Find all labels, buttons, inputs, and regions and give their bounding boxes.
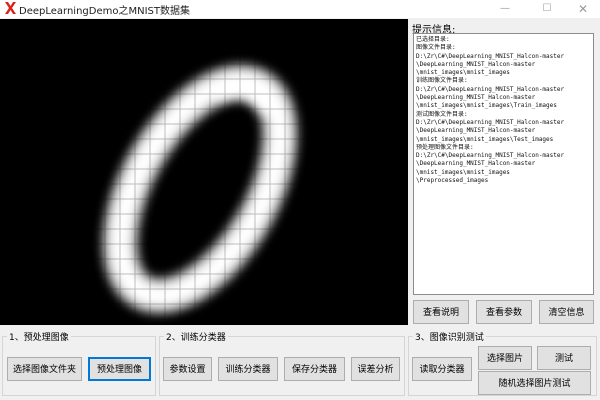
view-params-button[interactable]: 查看参数	[476, 300, 532, 324]
close-button[interactable]: ✕	[566, 0, 600, 18]
select-image-button[interactable]: 选择图片	[478, 346, 532, 370]
train-classifier-button[interactable]: 训练分类器	[218, 357, 278, 381]
preprocess-group-label: 1、预处理图像	[7, 330, 71, 343]
info-text-content: 已选择目录: 图像文件目录: D:\Zr\C#\DeepLearning_MNI…	[416, 36, 565, 185]
param-settings-button[interactable]: 参数设置	[163, 357, 212, 381]
maximize-button[interactable]: ☐	[530, 0, 564, 18]
train-group-label: 2、训练分类器	[164, 330, 228, 343]
title-bar: DeepLearningDemo之MNIST数据集 — ☐ ✕	[0, 0, 600, 18]
view-help-button[interactable]: 查看说明	[413, 300, 469, 324]
app-x-icon	[5, 2, 16, 14]
recognize-group-label: 3、图像识别测试	[413, 330, 486, 343]
image-display	[0, 19, 408, 325]
random-select-test-button[interactable]: 随机选择图片测试	[478, 371, 591, 395]
save-classifier-button[interactable]: 保存分类器	[284, 357, 345, 381]
preprocess-images-button[interactable]: 预处理图像	[88, 357, 151, 381]
test-button[interactable]: 测试	[537, 346, 591, 370]
mnist-digit-image	[0, 19, 408, 325]
error-analysis-button[interactable]: 误差分析	[351, 357, 400, 381]
clear-info-button[interactable]: 清空信息	[539, 300, 594, 324]
read-classifier-button[interactable]: 读取分类器	[412, 357, 472, 381]
select-image-folder-button[interactable]: 选择图像文件夹	[7, 357, 82, 381]
minimize-button[interactable]: —	[488, 0, 522, 18]
window-title: DeepLearningDemo之MNIST数据集	[19, 6, 190, 17]
info-textbox[interactable]: 已选择目录: 图像文件目录: D:\Zr\C#\DeepLearning_MNI…	[413, 33, 594, 295]
